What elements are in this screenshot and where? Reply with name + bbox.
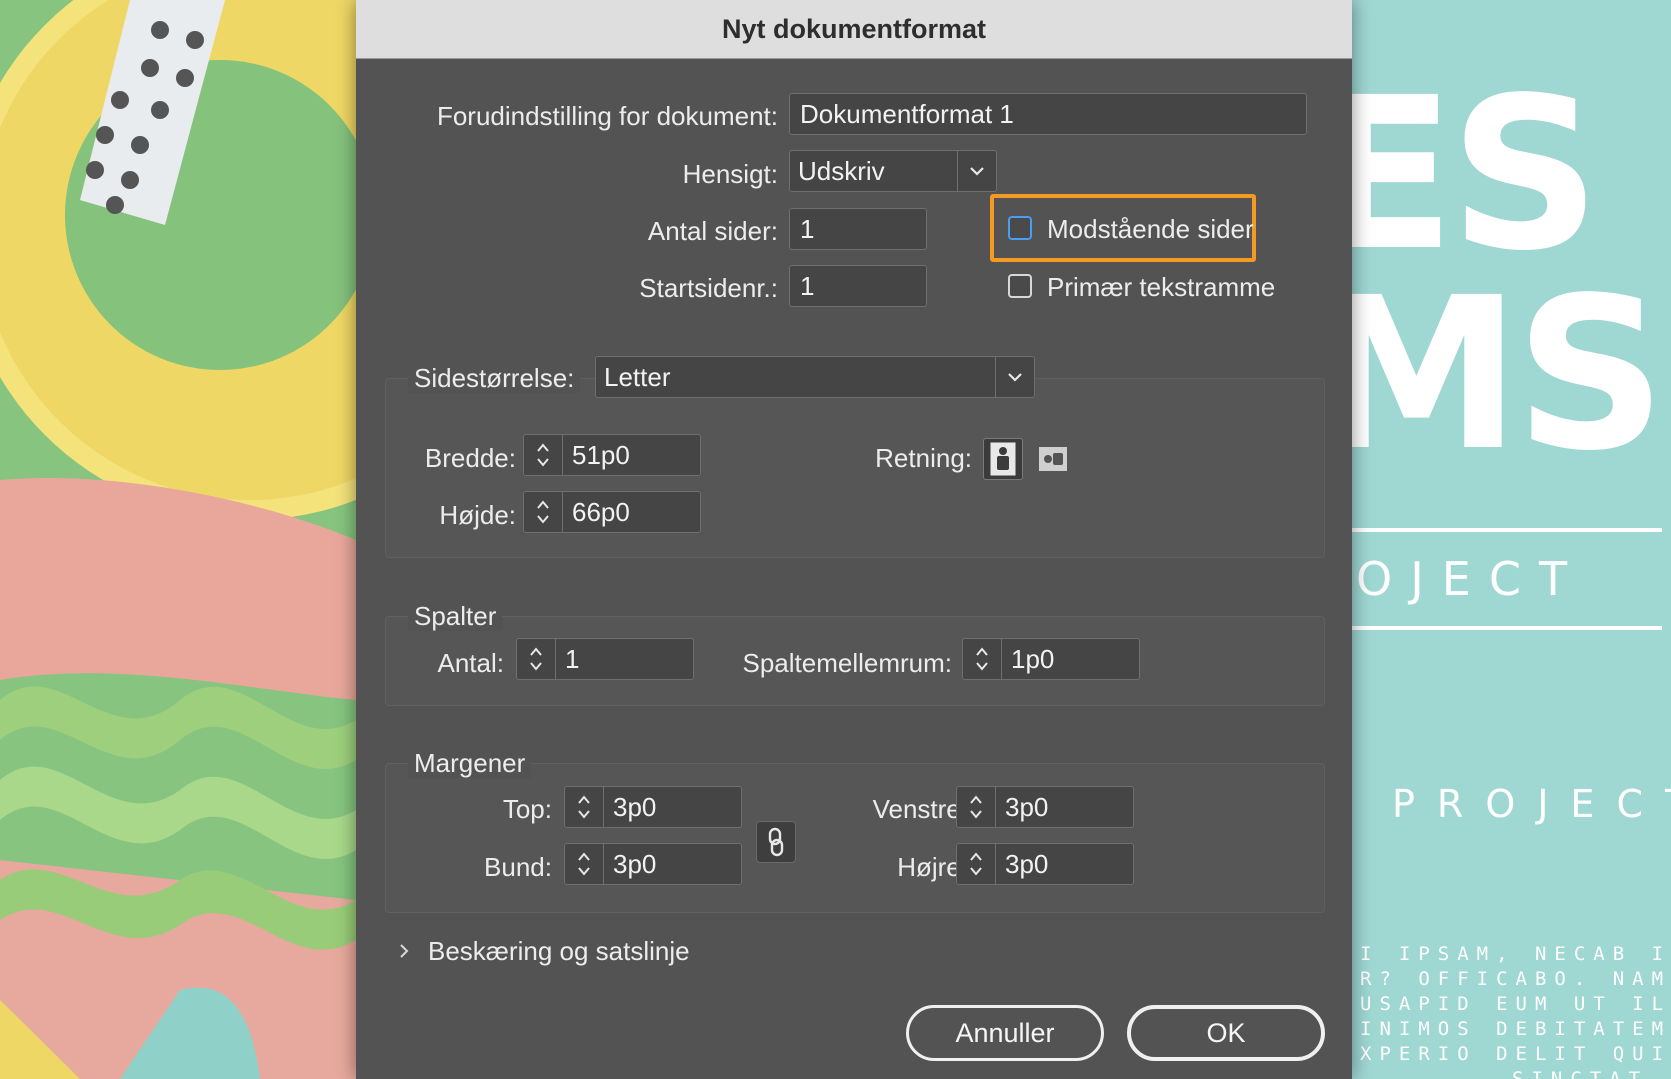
landscape-orientation-button[interactable] [1033, 438, 1073, 480]
margin-right-label: Højre: [897, 852, 968, 882]
margin-top-label: Top: [502, 794, 552, 824]
gutter-label: Spaltemellemrum: [742, 648, 952, 678]
ok-button[interactable]: OK [1127, 1005, 1325, 1061]
stepper-arrows-icon[interactable] [565, 844, 604, 884]
start-page-label: Startsidenr.: [639, 273, 778, 303]
dialog-title: Nyt dokumentformat [721, 13, 986, 44]
margin-right-value[interactable]: 3p0 [1005, 844, 1048, 884]
margin-bottom-value[interactable]: 3p0 [613, 844, 656, 884]
poster-body-line: INIMOS DEBITATEM [1360, 1018, 1671, 1040]
columns-number-value[interactable]: 1 [565, 639, 579, 679]
page-size-label: Sidestørrelse: [408, 363, 581, 393]
poster-divider [1352, 626, 1662, 630]
start-page-input[interactable]: 1 [789, 265, 927, 307]
cancel-button[interactable]: Annuller [906, 1005, 1104, 1061]
poster-divider [1352, 528, 1662, 532]
bleed-slug-disclosure[interactable]: Beskæring og satslinje [398, 934, 798, 970]
stepper-arrows-icon[interactable] [524, 492, 563, 532]
facing-pages-label[interactable]: Modstående sider [1047, 214, 1254, 244]
page-size-dropdown[interactable]: Letter [595, 356, 1035, 398]
stepper-arrows-icon[interactable] [524, 435, 563, 475]
poster-headline-2: MS [1352, 252, 1666, 497]
dialog-title-bar: Nyt dokumentformat [356, 0, 1352, 59]
poster-headline-1: ES [1352, 52, 1601, 297]
columns-number-stepper[interactable]: 1 [516, 638, 694, 680]
landscape-icon [1039, 447, 1067, 471]
width-label: Bredde: [424, 443, 516, 473]
gutter-value[interactable]: 1p0 [1011, 639, 1054, 679]
stepper-arrows-icon[interactable] [565, 787, 604, 827]
poster-body-line: SINCTAT [1512, 1068, 1649, 1079]
abstract-shapes-illustration [0, 0, 356, 1079]
margin-top-stepper[interactable]: 3p0 [564, 786, 742, 828]
portrait-icon [990, 442, 1016, 476]
preset-name-input[interactable]: Dokumentformat 1 [789, 93, 1307, 135]
intent-dropdown[interactable]: Udskriv [789, 150, 997, 192]
stepper-arrows-icon[interactable] [963, 639, 1002, 679]
portrait-orientation-button[interactable] [983, 438, 1023, 480]
columns-number-label: Antal: [437, 648, 505, 678]
stepper-arrows-icon[interactable] [957, 844, 996, 884]
height-value[interactable]: 66p0 [572, 492, 630, 532]
margin-bottom-label: Bund: [484, 852, 552, 882]
margin-left-label: Venstre: [872, 794, 968, 824]
stepper-arrows-icon[interactable] [517, 639, 556, 679]
height-label: Højde: [439, 500, 516, 530]
margin-right-stepper[interactable]: 3p0 [956, 843, 1134, 885]
width-stepper[interactable]: 51p0 [523, 434, 701, 476]
primary-text-frame-checkbox[interactable] [1008, 274, 1032, 298]
stepper-arrows-icon[interactable] [957, 787, 996, 827]
columns-title: Spalter [408, 601, 503, 631]
background-artwork-left [0, 0, 356, 1079]
poster-subtitle-1: OJECT [1356, 552, 1586, 606]
margins-title: Margener [408, 748, 532, 778]
intent-value: Udskriv [798, 156, 885, 186]
intent-label: Hensigt: [682, 159, 778, 189]
poster-body-line: USAPID EUM UT IL [1360, 993, 1671, 1015]
margins-group [385, 763, 1325, 913]
margin-left-stepper[interactable]: 3p0 [956, 786, 1134, 828]
new-document-dialog: Nyt dokumentformat Forudindstilling for … [356, 0, 1352, 1079]
poster-body-line: XPERIO DELIT QUIS [1360, 1043, 1671, 1065]
gutter-stepper[interactable]: 1p0 [962, 638, 1140, 680]
margin-left-value[interactable]: 3p0 [1005, 787, 1048, 827]
background-poster-right: ES MS OJECT PROJECT I IPSAM, NECAB IS R?… [1352, 0, 1671, 1079]
bleed-slug-label[interactable]: Beskæring og satslinje [428, 936, 690, 966]
poster-subtitle-2: PROJECT [1392, 782, 1671, 826]
orientation-label: Retning: [875, 443, 972, 473]
pages-input[interactable]: 1 [789, 208, 927, 250]
pages-label: Antal sider: [647, 216, 778, 246]
margin-top-value[interactable]: 3p0 [613, 787, 656, 827]
primary-text-frame-label[interactable]: Primær tekstramme [1047, 272, 1275, 302]
chevron-right-icon[interactable] [398, 942, 410, 960]
height-stepper[interactable]: 66p0 [523, 491, 701, 533]
chevron-down-icon[interactable] [957, 151, 996, 191]
poster-body-line: R? OFFICABO. NAM [1360, 968, 1671, 990]
poster-body-line: I IPSAM, NECAB IS [1360, 943, 1671, 965]
width-value[interactable]: 51p0 [572, 435, 630, 475]
page-size-value: Letter [604, 362, 671, 392]
margin-bottom-stepper[interactable]: 3p0 [564, 843, 742, 885]
facing-pages-checkbox[interactable] [1008, 216, 1032, 240]
preset-label: Forudindstilling for dokument: [436, 101, 778, 131]
chevron-down-icon[interactable] [995, 357, 1034, 397]
